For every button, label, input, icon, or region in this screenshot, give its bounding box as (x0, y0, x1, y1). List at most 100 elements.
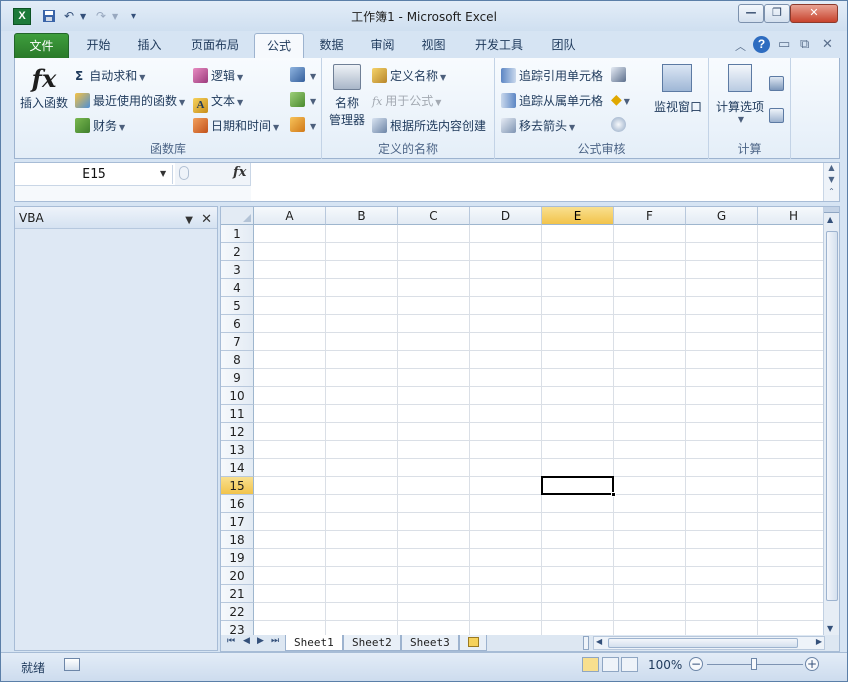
row-header-10[interactable]: 10 (221, 387, 254, 405)
remove-arrows-button[interactable]: 移去箭头 ▼ (501, 117, 575, 134)
tab-view[interactable]: 视图 (411, 33, 456, 59)
fill-handle[interactable] (611, 492, 616, 497)
insert-function-button[interactable]: fx 插入函数 (19, 64, 69, 124)
calculation-options-button[interactable]: 计算选项 ▼ (713, 64, 767, 124)
pane-menu-icon[interactable]: ▼ (185, 210, 193, 232)
prev-sheet-icon[interactable]: ◀ (243, 636, 250, 646)
row-header-1[interactable]: 1 (221, 225, 254, 243)
split-box-icon[interactable] (824, 207, 839, 213)
workbook-close-icon[interactable]: ✕ (822, 37, 833, 52)
error-checking-button[interactable]: ◆ ▼ (611, 92, 630, 108)
tab-developer[interactable]: 开发工具 (466, 33, 532, 59)
row-header-5[interactable]: 5 (221, 297, 254, 315)
macro-record-icon[interactable] (64, 658, 80, 671)
logical-button[interactable]: 逻辑 ▼ (193, 67, 243, 84)
next-sheet-icon[interactable]: ▶ (257, 636, 264, 646)
row-header-13[interactable]: 13 (221, 441, 254, 459)
column-header-f[interactable]: F (614, 207, 686, 225)
row-header-15[interactable]: 15 (221, 477, 254, 495)
column-header-h[interactable]: H (758, 207, 830, 225)
close-button[interactable]: ✕ (790, 4, 838, 23)
workbook-minimize-icon[interactable]: ▭ (778, 37, 790, 52)
tab-file[interactable]: 文件 (14, 33, 69, 59)
row-header-9[interactable]: 9 (221, 369, 254, 387)
math-trig-button[interactable]: ▼ (290, 92, 316, 107)
autosum-button[interactable]: Σ 自动求和 ▼ (75, 67, 145, 84)
row-header-3[interactable]: 3 (221, 261, 254, 279)
row-header-7[interactable]: 7 (221, 333, 254, 351)
sheet-tab-sheet2[interactable]: Sheet2 (343, 635, 401, 651)
scroll-down-icon[interactable]: ▼ (827, 624, 833, 633)
row-header-12[interactable]: 12 (221, 423, 254, 441)
vertical-scroll-thumb[interactable] (826, 231, 838, 601)
lookup-reference-button[interactable]: ▼ (290, 67, 316, 82)
watch-window-button[interactable]: 监视窗口 (649, 64, 707, 115)
column-header-e[interactable]: E (542, 207, 614, 225)
row-header-18[interactable]: 18 (221, 531, 254, 549)
show-formulas-button[interactable] (611, 67, 629, 82)
column-header-g[interactable]: G (686, 207, 758, 225)
define-name-button[interactable]: 定义名称 ▼ (372, 67, 446, 84)
last-sheet-icon[interactable]: ⏭ (271, 636, 279, 646)
tab-team[interactable]: 团队 (541, 33, 586, 59)
more-functions-button[interactable]: ▼ (290, 117, 316, 132)
row-header-8[interactable]: 8 (221, 351, 254, 369)
name-box[interactable]: E15 (16, 165, 173, 184)
insert-function-fx-icon[interactable]: fx (233, 165, 246, 180)
row-header-17[interactable]: 17 (221, 513, 254, 531)
column-header-d[interactable]: D (470, 207, 542, 225)
scroll-up-icon[interactable]: ▲ (827, 215, 833, 224)
trace-dependents-button[interactable]: 追踪从属单元格 (501, 92, 603, 109)
zoom-in-icon[interactable]: + (805, 657, 819, 671)
help-icon[interactable]: ? (753, 36, 770, 53)
text-functions-button[interactable]: A 文本 ▼ (193, 92, 243, 113)
horizontal-scroll-thumb[interactable] (608, 638, 798, 648)
tab-formulas[interactable]: 公式 (254, 33, 304, 60)
evaluate-formula-button[interactable] (611, 117, 629, 132)
name-box-dropdown-icon[interactable]: ▼ (160, 169, 166, 178)
formula-bar-up-icon[interactable]: ▲ (824, 163, 839, 175)
row-header-11[interactable]: 11 (221, 405, 254, 423)
formula-bar-down-icon[interactable]: ▼ (824, 175, 839, 187)
horizontal-scrollbar[interactable]: ◀ ▶ (593, 636, 825, 650)
tab-insert[interactable]: 插入 (127, 33, 172, 59)
worksheet-grid[interactable]: ABCDEFGH 1 2 3 4 5 6 7 8 9 10 11 12 13 14 15 16 17 18 19 20… (220, 206, 840, 636)
financial-button[interactable]: 财务 ▼ (75, 117, 125, 134)
row-header-4[interactable]: 4 (221, 279, 254, 297)
formula-input[interactable] (252, 163, 822, 201)
sheet-tab-sheet1[interactable]: Sheet1 (285, 635, 343, 651)
formula-bar-collapse-icon[interactable]: ⌃ (824, 187, 839, 196)
active-cell[interactable] (541, 476, 614, 495)
row-header-23[interactable]: 23 (221, 621, 254, 635)
select-all-corner[interactable] (221, 207, 254, 225)
row-header-14[interactable]: 14 (221, 459, 254, 477)
insert-sheet-button[interactable] (459, 635, 487, 651)
row-header-22[interactable]: 22 (221, 603, 254, 621)
name-manager-button[interactable]: 名称 管理器 (327, 64, 367, 136)
workbook-restore-icon[interactable]: ⧉ (800, 37, 809, 52)
row-header-21[interactable]: 21 (221, 585, 254, 603)
column-header-a[interactable]: A (254, 207, 326, 225)
column-header-c[interactable]: C (398, 207, 470, 225)
minimize-button[interactable]: — (738, 4, 764, 23)
tab-data[interactable]: 数据 (309, 33, 354, 59)
restore-button[interactable]: ❐ (764, 4, 790, 23)
tab-home[interactable]: 开始 (76, 33, 121, 59)
normal-view-icon[interactable] (582, 657, 599, 672)
vertical-scrollbar[interactable]: ▲ ▼ (823, 207, 839, 635)
scroll-left-icon[interactable]: ◀ (596, 637, 602, 646)
trace-precedents-button[interactable]: 追踪引用单元格 (501, 67, 603, 84)
zoom-level[interactable]: 100% (648, 658, 682, 672)
calculate-sheet-button[interactable] (769, 108, 787, 123)
sheet-tab-sheet3[interactable]: Sheet3 (401, 635, 459, 651)
create-from-selection-button[interactable]: 根据所选内容创建 (372, 117, 486, 134)
zoom-slider-thumb[interactable] (751, 658, 757, 670)
page-layout-view-icon[interactable] (602, 657, 619, 672)
pane-close-icon[interactable]: ✕ (201, 209, 212, 231)
tab-page-layout[interactable]: 页面布局 (182, 33, 248, 59)
page-break-view-icon[interactable] (621, 657, 638, 672)
scroll-right-icon[interactable]: ▶ (816, 637, 822, 646)
row-header-20[interactable]: 20 (221, 567, 254, 585)
recent-functions-button[interactable]: 最近使用的函数 ▼ (75, 92, 185, 109)
first-sheet-icon[interactable]: ⏮ (227, 636, 235, 646)
